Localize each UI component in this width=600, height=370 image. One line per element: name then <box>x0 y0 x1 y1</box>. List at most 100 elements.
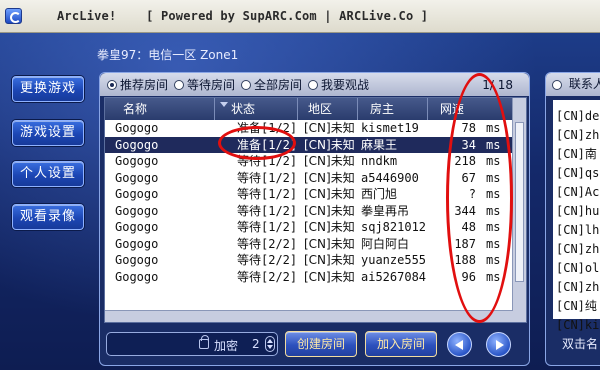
room-region-cell: [CN]未知 <box>304 253 355 267</box>
room-speed-unit-cell: ms <box>486 253 501 267</box>
contact-item[interactable]: [CN]ki <box>553 316 600 335</box>
room-host-cell: sqj821012 <box>361 220 427 234</box>
table-row[interactable]: Gogogo 等待[1/2] [CN]未知 拳皇再吊 344 ms <box>105 203 513 220</box>
room-status-cell: 等待[1/2] <box>237 187 298 201</box>
scroll-thumb[interactable] <box>515 122 524 282</box>
change-game-button[interactable]: 更换游戏 <box>12 76 84 102</box>
contact-item[interactable]: [CN]de <box>553 107 600 126</box>
tab-recommended-rooms[interactable]: 推荐房间 <box>107 76 168 93</box>
room-speed-cell: 48 <box>461 220 476 234</box>
room-name-cell: Gogogo <box>115 137 159 152</box>
vertical-scrollbar[interactable] <box>512 98 526 322</box>
room-name-cell: Gogogo <box>115 253 159 267</box>
room-speed-cell: 188 <box>454 253 476 267</box>
contact-item[interactable]: [CN]lh <box>553 221 600 240</box>
room-speed-unit-cell: ms <box>486 187 501 201</box>
room-region-cell: [CN]未知 <box>304 170 355 185</box>
table-row[interactable]: Gogogo 等待[1/2] [CN]未知 sqj821012 48 ms <box>105 219 513 236</box>
room-table: 名称 状态 地区 房主 网速 Gogogo 准备[1/2] [CN]未知 kismet… <box>104 97 527 323</box>
lock-icon <box>199 335 209 349</box>
room-speed-cell: 187 <box>454 236 476 251</box>
column-header-name[interactable]: 名称 <box>105 98 215 120</box>
room-speed-unit-cell: ms <box>486 236 501 251</box>
room-speed-unit-cell: ms <box>486 220 501 234</box>
room-host-cell: 拳皇再吊 <box>361 203 410 218</box>
room-status-cell: 准备[1/2] <box>237 121 298 135</box>
contact-item[interactable]: [CN]纯 <box>553 297 600 316</box>
contact-item[interactable]: [CN]南 <box>553 145 600 164</box>
table-header: 名称 状态 地区 房主 网速 <box>105 98 513 120</box>
column-header-host[interactable]: 房主 <box>358 98 428 120</box>
column-header-region[interactable]: 地区 <box>298 98 358 120</box>
contact-list: [CN]de [CN]zh [CN]南 [CN]qs [CN]Ac [CN]hu [CN]l… <box>553 100 600 332</box>
room-speed-cell: 96 <box>461 269 476 284</box>
contact-item[interactable]: [CN]qs <box>553 164 600 183</box>
contact-item[interactable]: [CN]hu <box>553 202 600 221</box>
room-host-cell: yuanze555 <box>361 253 427 267</box>
table-row[interactable]: Gogogo 等待[2/2] [CN]未知 yuanze555 188 ms <box>105 252 513 269</box>
tab-spectate[interactable]: 我要观战 <box>308 76 369 93</box>
personal-settings-button[interactable]: 个人设置 <box>12 161 84 187</box>
room-region-cell: [CN]未知 <box>304 187 355 201</box>
tab-all-rooms[interactable]: 全部房间 <box>241 76 302 93</box>
table-row[interactable]: Gogogo 等待[1/2] [CN]未知 a5446900 67 ms <box>105 170 513 187</box>
tab-waiting-rooms[interactable]: 等待房间 <box>174 76 235 93</box>
room-region-cell: [CN]未知 <box>304 203 355 218</box>
room-status-cell: 准备[1/2] <box>237 137 298 152</box>
room-rows: Gogogo 准备[1/2] [CN]未知 kismet19 78 ms Gogogo 准备[… <box>105 120 513 285</box>
table-row[interactable]: Gogogo 等待[1/2] [CN]未知 西门旭? ms <box>105 186 513 203</box>
table-row[interactable]: Gogogo 准备[1/2] [CN]未知 kismet19 78 ms <box>105 120 513 137</box>
room-status-cell: 等待[2/2] <box>237 269 298 284</box>
room-speed-cell: ? <box>468 187 476 201</box>
room-speed-cell: 344 <box>454 203 476 218</box>
contact-tab[interactable]: 联系人 <box>546 73 600 96</box>
room-speed-unit-cell: ms <box>486 154 501 168</box>
spinner-icon[interactable] <box>265 336 275 352</box>
previous-page-button[interactable] <box>447 332 472 357</box>
room-speed-cell: 34 <box>461 137 476 152</box>
join-room-button[interactable]: 加入房间 <box>365 331 437 357</box>
contact-item[interactable]: [CN]ol <box>553 259 600 278</box>
room-region-cell: [CN]未知 <box>304 154 355 168</box>
room-host-cell: ai5267084 <box>361 269 427 284</box>
room-name-cell: Gogogo <box>115 121 159 135</box>
room-name-cell: Gogogo <box>115 236 159 251</box>
password-value: 2 <box>252 337 260 351</box>
next-page-button[interactable] <box>486 332 511 357</box>
column-header-status[interactable]: 状态 <box>215 98 298 120</box>
table-row[interactable]: Gogogo 等待[2/2] [CN]未知 ai5267084 96 ms <box>105 269 513 286</box>
radio-icon <box>174 79 185 90</box>
radio-icon <box>308 79 319 90</box>
radio-selected-icon <box>107 79 117 90</box>
radio-icon <box>241 79 252 90</box>
room-host-cell: 西门旭 <box>361 187 398 201</box>
create-room-button[interactable]: 创建房间 <box>285 331 357 357</box>
room-host-cell: 麻果王 <box>361 137 398 152</box>
column-header-speed[interactable]: 网速 <box>428 98 513 120</box>
table-row[interactable]: Gogogo 准备[1/2] [CN]未知 麻果王 34 ms <box>105 136 513 153</box>
password-field[interactable]: 加密 2 <box>106 332 278 356</box>
contact-item[interactable]: [CN]zh <box>553 278 600 297</box>
page-indicator: 1/ 18 <box>482 78 513 92</box>
room-status-cell: 等待[2/2] <box>237 236 298 251</box>
contact-item[interactable]: [CN]Ac <box>553 183 600 202</box>
room-status-cell: 等待[2/2] <box>237 253 298 267</box>
room-tabs: 推荐房间 等待房间 全部房间 我要观战 1/ 18 <box>100 73 529 96</box>
room-speed-unit-cell: ms <box>486 203 501 218</box>
horizontal-scrollbar[interactable] <box>105 310 513 322</box>
contact-item[interactable]: [CN]zh <box>553 126 600 145</box>
game-settings-button[interactable]: 游戏设置 <box>12 120 84 146</box>
table-row[interactable]: Gogogo 等待[1/2] [CN]未知 nndkm 218 ms <box>105 153 513 170</box>
room-region-cell: [CN]未知 <box>304 220 355 234</box>
room-region-cell: [CN]未知 <box>304 137 355 152</box>
game-zone-label: 拳皇97：电信一区 Zone1 <box>97 48 239 62</box>
app-icon <box>5 8 22 24</box>
room-name-cell: Gogogo <box>115 170 159 185</box>
table-row[interactable]: Gogogo 等待[2/2] [CN]未知 阿白阿白 187 ms <box>105 236 513 253</box>
sort-down-icon <box>220 102 228 107</box>
watch-replay-button[interactable]: 观看录像 <box>12 204 84 230</box>
room-name-cell: Gogogo <box>115 203 159 218</box>
room-status-cell: 等待[1/2] <box>237 220 298 234</box>
contact-item[interactable]: [CN]zh <box>553 240 600 259</box>
radio-icon <box>552 79 562 90</box>
